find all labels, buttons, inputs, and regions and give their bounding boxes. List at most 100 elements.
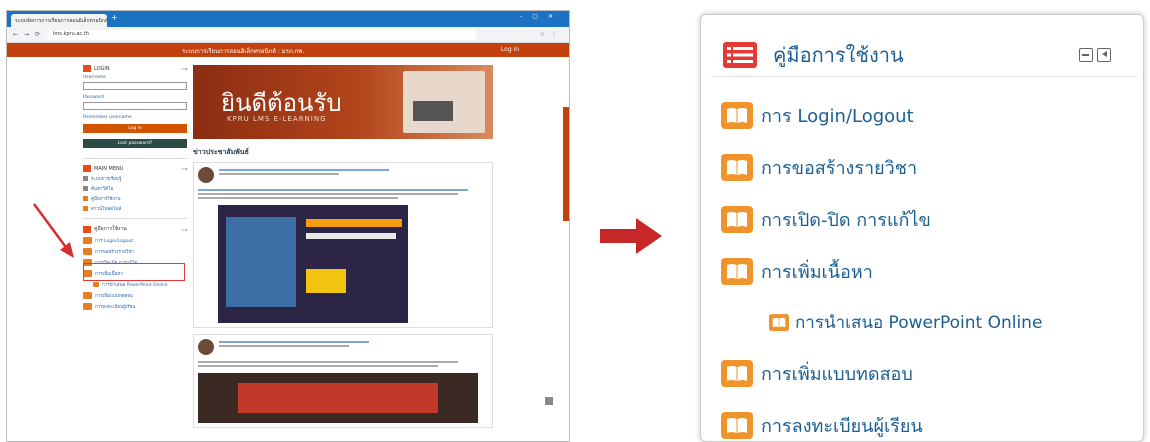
book-icon [83,292,92,299]
block-controls-icon[interactable]: ▭◂ [181,227,187,232]
book-icon [721,411,753,439]
site-login-link[interactable]: Log in [501,46,519,53]
manual-link[interactable]: การ Login/Logout [83,237,187,244]
browser-tab-bar: ระบบจัดการการเรียนการสอนอิเล็กทรอนิกส์ :… [7,11,569,27]
folder-icon [83,206,88,211]
block-controls-icon[interactable]: ▭◂ [181,166,187,171]
remember-checkbox[interactable]: Remember username [83,115,187,120]
book-icon [721,153,753,181]
banner-subtitle: KPRU LMS E-LEARNING [227,115,327,123]
main-menu-item[interactable]: ค้นหาวิดีโอ [83,185,187,192]
manual-link-enrol[interactable]: การลงทะเบียนผู้เรียน [721,399,1131,441]
main-menu-item[interactable]: ดาวน์โหลดไฟล์ [83,205,187,212]
news-heading: ข่าวประชาสัมพันธ์ [193,148,249,156]
post-text [198,193,458,195]
menu-list-icon [723,41,757,68]
zoomed-manual-block: คู่มือการใช้งาน การ Login/Logout การขอสร… [700,14,1144,442]
block-controls-icon[interactable]: ▭◂ [181,66,187,71]
scrollbar[interactable] [563,107,569,221]
manual-link[interactable]: การลงทะเบียนผู้เรียน [83,303,187,310]
book-icon [721,257,753,285]
divider [83,158,187,159]
browser-screenshot: ระบบจัดการการเรียนการสอนอิเล็กทรอนิกส์ :… [6,10,570,442]
manual-block-title: คู่มือการใช้งาน [773,42,904,67]
video-icon [83,186,88,191]
manual-block-header: คู่มือการใช้งาน ▭◂ [83,225,187,233]
post-title[interactable] [219,341,369,343]
post-text [198,361,458,363]
post-title[interactable] [219,169,389,171]
manual-link-list: การ Login/Logout การขอสร้างรายวิชา การเป… [721,89,1131,441]
highlight-box [83,263,185,281]
manual-link-add-content[interactable]: การเพิ่มเนื้อหา [721,245,1131,297]
book-icon [83,196,88,201]
block-controls [1079,47,1111,62]
post-header [198,167,488,183]
avatar [198,339,214,355]
manual-link[interactable]: การนำเสนอ PowerPoint Online [93,281,187,288]
divider [83,218,187,219]
address-bar: ←→⟳ lms.kpru.ac.th ☆⋮ [7,27,569,43]
video-thumbnail[interactable] [198,373,478,423]
book-icon [83,303,92,310]
main-menu-item[interactable]: ระบบการเรียนรู้ [83,175,187,182]
manual-link-powerpoint[interactable]: การนำเสนอ PowerPoint Online [721,297,1131,347]
new-tab-icon[interactable]: + [111,13,118,22]
manual-link[interactable]: การขอสร้างรายวิชา [83,248,187,255]
login-block-title: LOGIN [94,65,110,72]
post-meta [219,173,339,175]
username-input[interactable] [83,82,187,90]
manual-link-create-course[interactable]: การขอสร้างรายวิชา [721,141,1131,193]
pointer-arrow-icon [32,203,74,258]
dock-icon[interactable] [1097,47,1111,62]
book-icon [721,101,753,129]
manual-link-editing[interactable]: การเปิด-ปิด การแก้ไข [721,193,1131,245]
browser-menu-icon[interactable]: ☆⋮ [540,31,563,38]
minimize-icon[interactable] [1079,47,1093,62]
password-input[interactable] [83,102,187,110]
menu-list-icon [83,225,91,233]
username-label: Username [83,75,106,80]
login-block-header: LOGIN ▭◂ [83,65,187,72]
post-text [198,197,398,199]
book-icon [721,205,753,233]
login-button[interactable]: Log in [83,124,187,133]
banner-image [403,71,485,133]
main-menu-item[interactable]: คู่มือการใช้งาน [83,195,187,202]
manual-block-title: คู่มือการใช้งาน [94,226,127,232]
book-icon [83,248,92,255]
book-icon [83,237,92,244]
post-text [198,189,468,191]
news-post [193,162,493,328]
book-icon [721,359,753,387]
password-label: Password [83,95,105,100]
main-content: ยินดีต้อนรับ KPRU LMS E-LEARNING ข่าวประ… [193,65,493,434]
book-icon [93,282,99,287]
manual-block-header: คู่มือการใช้งาน [711,33,1137,77]
nav-buttons-icon[interactable]: ←→⟳ [13,31,46,38]
home-icon [83,176,88,181]
main-menu-title: MAIN MENU [94,165,124,172]
transition-arrow-icon [600,218,662,254]
site-header: ระบบการเรียนการสอนอิเล็กทรอนิกส์ : มรภ.ก… [7,43,569,57]
manual-link-login[interactable]: การ Login/Logout [721,89,1131,141]
browser-tab[interactable]: ระบบจัดการการเรียนการสอนอิเล็กทรอนิกส์ :… [11,14,107,27]
main-menu-header: MAIN MENU ▭◂ [83,165,187,172]
manual-link-add-quiz[interactable]: การเพิ่มแบบทดสอบ [721,347,1131,399]
news-post [193,334,493,428]
post-text [198,365,438,367]
post-image[interactable] [218,205,408,323]
window-controls[interactable]: –▢✕ [519,13,563,20]
post-meta [219,345,349,347]
book-icon [769,313,789,331]
url-field[interactable]: lms.kpru.ac.th [47,30,477,40]
user-icon [83,65,91,72]
avatar [198,167,214,183]
stage: ระบบจัดการการเรียนการสอนอิเล็กทรอนิกส์ :… [0,0,1150,442]
lost-password-button[interactable]: Lost password? [83,139,187,148]
menu-list-icon [83,165,91,172]
post-header [198,339,488,355]
manual-link[interactable]: การเพิ่มแบบทดสอบ [83,292,187,299]
welcome-banner: ยินดีต้อนรับ KPRU LMS E-LEARNING [193,65,493,139]
scroll-top-icon[interactable] [545,397,553,405]
